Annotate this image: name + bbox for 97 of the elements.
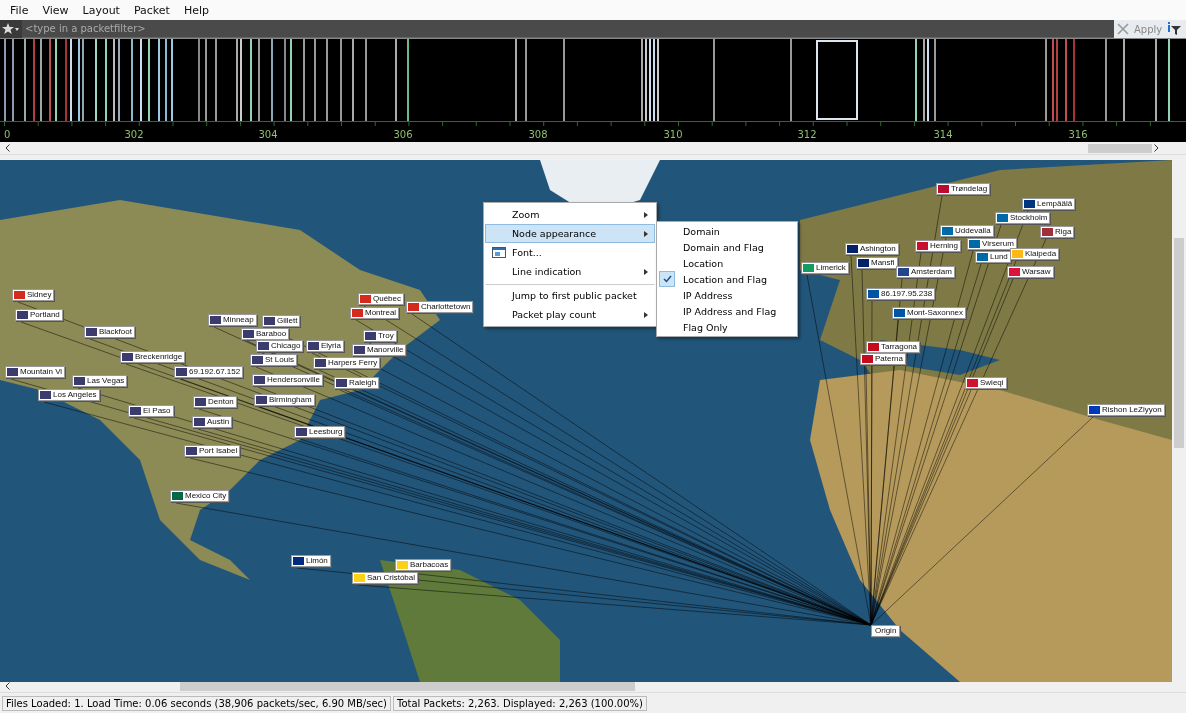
node-label[interactable]: Rishon LeZiyyon	[1087, 404, 1165, 416]
status-text: Files Loaded: 1. Load Time: 0.06 seconds (38,906 packets/sec, 6.90 MB/sec)	[2, 695, 391, 711]
node-label[interactable]: Amsterdam	[896, 266, 955, 278]
node-label[interactable]: Warsaw	[1007, 266, 1054, 278]
scroll-left-icon[interactable]	[5, 682, 10, 690]
node-label[interactable]: St Louis	[250, 354, 297, 366]
submenu-arrow-icon	[644, 268, 648, 275]
submenu-arrow-icon	[644, 311, 648, 318]
node-label[interactable]: El Paso	[128, 405, 174, 417]
node-label[interactable]: Mont-Saxonnex	[892, 307, 967, 319]
node-label[interactable]: Portland	[15, 309, 63, 321]
node-label[interactable]: San Cristóbal	[352, 572, 419, 584]
menu-entry[interactable]: Flag Only	[657, 319, 797, 335]
node-label[interactable]: Tarragona	[866, 341, 921, 353]
node-label[interactable]: 69.192.67.152	[174, 366, 244, 378]
scroll-right-icon[interactable]	[1154, 144, 1159, 152]
node-label[interactable]: Limón	[291, 555, 331, 567]
node-label[interactable]: Elyria	[306, 340, 344, 352]
tick-label: 310	[663, 129, 683, 140]
node-label[interactable]: Swieqi	[965, 377, 1007, 389]
node-label[interactable]: Blackfoot	[84, 326, 135, 338]
menu-entry[interactable]: Font...	[485, 243, 655, 262]
node-label[interactable]: Limerick	[801, 262, 849, 274]
menu-item[interactable]: Packet	[126, 3, 177, 17]
node-label[interactable]: Lempäälä	[1022, 198, 1076, 210]
node-label[interactable]: Barbacoas	[395, 559, 452, 571]
menu-entry[interactable]: Location and Flag	[657, 271, 797, 287]
node-label[interactable]: Montreal	[350, 307, 400, 319]
node-label[interactable]: Mountain Vi	[5, 366, 66, 378]
status-text: Total Packets: 2,263. Displayed: 2,263 (100.00%)	[393, 695, 647, 711]
node-label[interactable]: Raleigh	[334, 377, 380, 389]
node-label[interactable]: Leesburg	[294, 426, 346, 438]
tick-label: 314	[933, 129, 953, 140]
menu-entry[interactable]: Zoom	[485, 205, 655, 224]
node-label[interactable]: Austin	[192, 416, 233, 428]
menu-entry[interactable]: Location	[657, 255, 797, 271]
menu-item[interactable]: View	[35, 3, 76, 17]
node-label[interactable]: Uddevalla	[940, 225, 994, 237]
node-label[interactable]: Gillett	[262, 315, 301, 327]
menu-entry[interactable]: Line indication	[485, 262, 655, 281]
packet-timeline[interactable]: 0 302 304 306 308 310 312 314 316	[0, 38, 1186, 142]
check-icon	[662, 275, 672, 283]
node-label[interactable]: Lund	[975, 251, 1011, 263]
selection-window[interactable]	[816, 40, 858, 120]
scroll-left-icon[interactable]	[5, 144, 10, 152]
node-label[interactable]: Ashington	[845, 243, 899, 255]
node-label[interactable]: Trøndelag	[936, 183, 991, 195]
menu-entry[interactable]: Packet play count	[485, 305, 655, 324]
node-label[interactable]: Herning	[915, 240, 961, 252]
node-label[interactable]: Hendersonville	[252, 374, 323, 386]
favorites-button[interactable]	[0, 20, 22, 38]
menu-item[interactable]: File	[3, 3, 36, 17]
node-label[interactable]: Baraboo	[241, 328, 290, 340]
menu-item[interactable]: Help	[176, 3, 216, 17]
node-label[interactable]: Minneap	[208, 314, 257, 326]
submenu-arrow-icon	[644, 211, 648, 218]
node-label[interactable]: Riga	[1040, 226, 1075, 238]
node-label[interactable]: Birmingham	[254, 394, 315, 406]
menu-entry[interactable]: Domain and Flag	[657, 239, 797, 255]
node-label[interactable]: Port Isabel	[184, 445, 241, 457]
node-label[interactable]: Manorville	[352, 344, 407, 356]
node-label[interactable]: Paterna	[860, 353, 907, 365]
menu-entry[interactable]: Node appearance	[485, 224, 655, 243]
node-label[interactable]: Denton	[193, 396, 237, 408]
timeline-scrollbar[interactable]	[0, 142, 1186, 155]
node-label[interactable]: Mansfi	[856, 257, 898, 269]
menu-entry[interactable]: IP Address	[657, 287, 797, 303]
tick-label: 302	[124, 129, 144, 140]
node-label[interactable]: Mexico City	[170, 490, 230, 502]
node-label[interactable]: Québec	[358, 293, 405, 305]
node-label[interactable]: Virserum	[967, 238, 1017, 250]
node-label[interactable]: Stockholm	[995, 212, 1051, 224]
packet-filter-field[interactable]: <type in a packetfilter>	[22, 20, 1114, 38]
tick-label: 306	[393, 129, 413, 140]
node-label[interactable]: Charlottetown	[406, 301, 474, 313]
node-label[interactable]: 86.197.95.238	[866, 288, 936, 300]
node-label[interactable]: Chicago	[256, 340, 304, 352]
menu-entry[interactable]: IP Address and Flag	[657, 303, 797, 319]
node-label[interactable]: Los Angeles	[38, 389, 100, 401]
font-dialog-icon	[492, 247, 506, 258]
tick-label: 0	[4, 129, 11, 140]
node-label[interactable]: Sidney	[12, 289, 55, 301]
node-label[interactable]: Las Vegas	[72, 375, 128, 387]
node-label[interactable]: Harpers Ferry	[313, 357, 381, 369]
menu-entry[interactable]: Domain	[657, 223, 797, 239]
node-label[interactable]: Breckenridge	[120, 351, 186, 363]
menu-entry[interactable]: Jump to first public packet	[485, 284, 655, 305]
filter-icon[interactable]	[1167, 22, 1182, 36]
tick-label: 308	[528, 129, 548, 140]
node-label[interactable]: Troy	[363, 330, 397, 342]
menu-item[interactable]: Layout	[75, 3, 127, 17]
origin-node-label[interactable]: Origin	[871, 625, 901, 637]
tick-label: 312	[797, 129, 817, 140]
submenu-arrow-icon	[644, 230, 648, 237]
node-label[interactable]: Klaipeda	[1010, 248, 1060, 260]
tick-label: 304	[258, 129, 278, 140]
tick-label: 316	[1068, 129, 1088, 140]
